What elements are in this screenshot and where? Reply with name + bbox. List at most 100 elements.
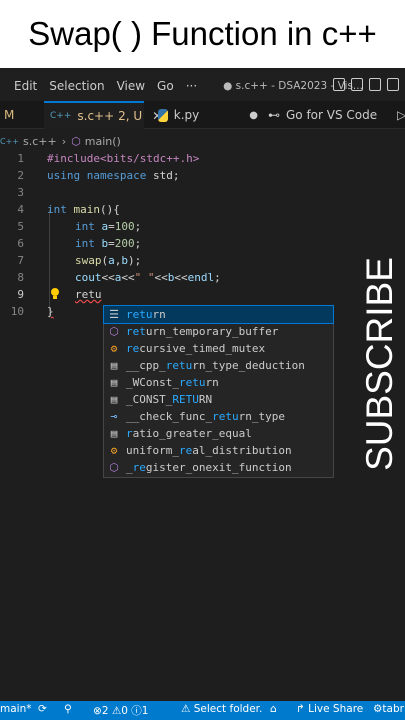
suggestion-item[interactable]: ⚙ recursive_timed_mutex: [104, 340, 333, 357]
tabnine-label: tabr: [382, 703, 404, 715]
code-text: #include<bits/stdc++.h>: [47, 152, 200, 165]
toggle-panel-icon[interactable]: [351, 78, 363, 91]
menu-view[interactable]: View: [117, 79, 145, 93]
keyword-icon: ☰: [109, 308, 119, 321]
run-button[interactable]: ▷: [397, 101, 405, 129]
code-line: 3: [0, 184, 405, 201]
text-icon: ▤: [110, 393, 118, 406]
warning-icon: ⚠: [111, 705, 122, 717]
tab-label: Go for VS Code: [286, 108, 378, 122]
suggestion-item[interactable]: ⚙ uniform_real_distribution: [104, 442, 333, 459]
function-icon: ⬡: [109, 325, 119, 338]
warning-icon: ⚠: [181, 703, 191, 715]
line-number: 1: [17, 152, 24, 165]
code-text: }: [47, 305, 54, 318]
text-icon: ▤: [110, 427, 118, 440]
code-line: 5 int a=100;: [0, 218, 405, 235]
debug-icon[interactable]: ⚲: [64, 703, 72, 715]
code-line: 8 cout<<a<<" "<<b<<endl;: [0, 269, 405, 286]
suggestion-label: uniform_real_distribution: [126, 444, 292, 457]
error-icon: ⊗: [93, 705, 102, 717]
live-share-label: Live Share: [308, 703, 364, 715]
code-text: using namespace std;: [47, 169, 180, 182]
suggestion-item[interactable]: ▤ __cpp_return_type_deduction: [104, 357, 333, 374]
cpp-icon: C++: [0, 136, 19, 146]
lightbulb-icon[interactable]: [50, 287, 60, 301]
tabnine-button[interactable]: ⚙tabr: [373, 703, 404, 715]
text-icon: ▤: [110, 376, 118, 389]
chevron-right-icon: ›: [61, 134, 67, 148]
tab-s-cpp[interactable]: C++ s.c++ 2, U ✕: [44, 101, 162, 129]
branch-indicator[interactable]: main*: [0, 703, 32, 715]
code-text: cout<<a<<" "<<b<<endl;: [75, 271, 221, 284]
suggestion-label: __cpp_return_type_deduction: [126, 359, 305, 372]
live-share-icon: ↱: [296, 703, 305, 715]
suggestion-item[interactable]: ☰ return: [103, 305, 334, 324]
code-text: swap(a,b);: [75, 254, 142, 267]
subscribe-text: SUBSCRIBE: [359, 257, 400, 471]
python-icon: [158, 108, 168, 122]
suggestion-label: __check_func_return_type: [126, 410, 285, 423]
info-icon: ⓘ: [131, 705, 142, 717]
line-number: 6: [17, 237, 24, 250]
select-folder-button[interactable]: ⚠ Select folder.: [181, 703, 262, 715]
suggestion-label: ratio_greater_equal: [126, 427, 252, 440]
suggestion-item[interactable]: ▤ _CONST_RETURN: [104, 391, 333, 408]
suggestion-label: recursive_timed_mutex: [126, 342, 266, 355]
tab-label: k.py: [173, 108, 200, 122]
suggestion-label: return: [126, 308, 166, 321]
live-share-button[interactable]: ↱ Live Share: [296, 703, 363, 715]
code-line: 4 int main(){: [0, 201, 405, 218]
tab-k-py[interactable]: k.py ●: [148, 101, 258, 129]
suggestion-item[interactable]: ⬡ _register_onexit_function: [104, 459, 333, 476]
breadcrumb-symbol[interactable]: main(): [85, 135, 121, 148]
tab-m[interactable]: M: [4, 101, 14, 129]
status-bar: main* ⟳ ⚲ ⊗2 ⚠0 ⓘ1 ⚠ Select folder. ⌂ ↱ …: [0, 701, 405, 720]
line-number: 8: [17, 271, 24, 284]
line-number: 4: [17, 203, 24, 216]
line-number: 5: [17, 220, 24, 233]
breadcrumb-file[interactable]: s.c++: [23, 135, 57, 148]
tab-label: M: [4, 108, 15, 122]
sync-icon[interactable]: ⟳: [38, 703, 47, 715]
menu-selection[interactable]: Selection: [49, 79, 104, 93]
menu-go[interactable]: Go: [157, 79, 174, 93]
suggestion-label: return_temporary_buffer: [126, 325, 279, 338]
line-number: 10: [10, 305, 24, 318]
suggestion-widget: ☰ return ⬡ return_temporary_buffer ⚙ rec…: [103, 305, 334, 478]
error-count: 2: [101, 705, 109, 717]
tabnine-icon: ⚙: [373, 703, 383, 715]
suggestion-label: _CONST_RETURN: [126, 393, 213, 406]
play-icon: ▷: [397, 108, 405, 122]
home-icon[interactable]: ⌂: [270, 703, 277, 715]
tab-go-for-vscode[interactable]: ⊷ Go for VS Code: [262, 101, 377, 129]
suggestion-item[interactable]: ▤ _WConst_return: [104, 374, 333, 391]
line-number: 3: [17, 186, 24, 199]
menu-bar: Edit Selection View Go ··· ● s.c++ - DSA…: [0, 72, 405, 100]
select-folder-label: Select folder.: [193, 703, 263, 715]
text-icon: ▤: [110, 359, 118, 372]
modified-dot-icon[interactable]: ●: [249, 110, 258, 121]
code-text: int main(){: [47, 203, 120, 216]
info-count: 1: [141, 705, 149, 717]
code-line-current: 9 retu: [0, 286, 405, 303]
code-line: 1 #include<bits/stdc++.h>: [0, 150, 405, 167]
code-text: retu: [75, 288, 102, 301]
suggestion-item[interactable]: ⊸ __check_func_return_type: [104, 408, 333, 425]
field-icon: ⊸: [110, 410, 118, 423]
problems-indicator[interactable]: ⊗2 ⚠0 ⓘ1: [93, 703, 148, 718]
breadcrumb: C++ s.c++ › ⬡ main(): [0, 132, 121, 150]
line-number: 9: [17, 288, 24, 301]
suggestion-item[interactable]: ⬡ return_temporary_buffer: [104, 323, 333, 340]
suggestion-item[interactable]: ▤ ratio_greater_equal: [104, 425, 333, 442]
video-title: Swap( ) Function in c++: [28, 15, 377, 52]
toggle-secondary-sidebar-icon[interactable]: [369, 78, 381, 91]
video-title-banner: Swap( ) Function in c++: [0, 0, 405, 68]
menu-more[interactable]: ···: [186, 79, 197, 93]
customize-layout-icon[interactable]: [387, 78, 399, 91]
menu-edit[interactable]: Edit: [14, 79, 37, 93]
editor-tab-bar: M C++ s.c++ 2, U ✕ k.py ● ⊷ Go for VS Co…: [0, 101, 405, 129]
subscribe-overlay: SUBSCRIBE: [357, 257, 403, 471]
toggle-sidebar-icon[interactable]: [333, 78, 345, 91]
code-line: 7 swap(a,b);: [0, 252, 405, 269]
